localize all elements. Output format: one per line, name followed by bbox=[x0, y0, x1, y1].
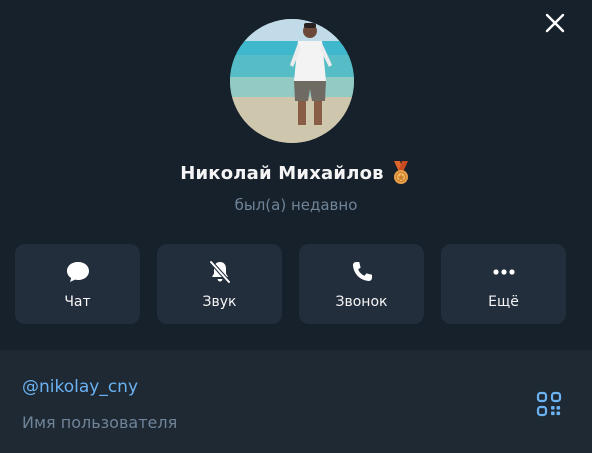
close-icon[interactable] bbox=[542, 10, 568, 36]
qr-code-icon[interactable] bbox=[536, 391, 562, 417]
bell-muted-icon bbox=[208, 260, 231, 284]
chat-button[interactable]: Чат bbox=[15, 244, 140, 324]
more-dots-icon bbox=[492, 269, 515, 275]
profile-name: Николай Михайлов bbox=[180, 162, 384, 184]
more-button-label: Ещё bbox=[488, 294, 519, 310]
chat-button-label: Чат bbox=[64, 294, 91, 310]
avatar[interactable] bbox=[230, 19, 354, 143]
phone-icon bbox=[352, 262, 372, 282]
more-button[interactable]: Ещё bbox=[441, 244, 566, 324]
mute-button[interactable]: Звук bbox=[157, 244, 282, 324]
username-link[interactable]: @nikolay_cny bbox=[22, 377, 138, 397]
profile-name-row: Николай Михайлов bbox=[0, 160, 592, 186]
mute-button-label: Звук bbox=[202, 294, 237, 310]
call-button[interactable]: Звонок bbox=[299, 244, 424, 324]
chat-bubble-icon bbox=[66, 262, 89, 282]
profile-panel: Николай Михайлов был(а) недавно Чат Звук… bbox=[0, 0, 592, 453]
presence-status: был(а) недавно bbox=[234, 196, 358, 214]
action-buttons: Чат Звук Звонок Ещё bbox=[15, 244, 566, 324]
call-button-label: Звонок bbox=[335, 294, 388, 310]
username-caption: Имя пользователя bbox=[22, 413, 178, 432]
username-section: @nikolay_cny Имя пользователя bbox=[0, 350, 592, 453]
medal-icon[interactable] bbox=[390, 160, 412, 186]
